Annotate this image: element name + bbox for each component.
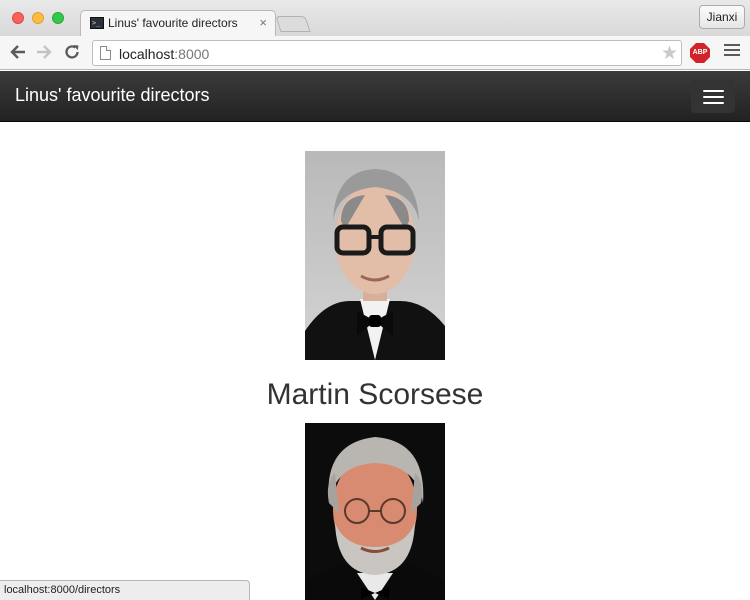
- minimize-window-button[interactable]: [32, 12, 44, 24]
- navbar-toggle-button[interactable]: [691, 80, 735, 113]
- director-photo[interactable]: [305, 423, 445, 600]
- new-tab-button[interactable]: [275, 16, 311, 32]
- tab-close-icon[interactable]: ×: [259, 15, 267, 30]
- browser-toolbar: localhost:8000 ★: [0, 36, 750, 70]
- tab-title: Linus' favourite directors: [108, 16, 238, 30]
- browser-titlebar: >_ Linus' favourite directors × Jianxi: [0, 0, 750, 36]
- close-window-button[interactable]: [12, 12, 24, 24]
- profile-button[interactable]: Jianxi: [699, 5, 745, 29]
- director-photo[interactable]: [305, 151, 445, 360]
- back-arrow-icon[interactable]: [8, 42, 28, 62]
- url-text[interactable]: localhost:8000: [119, 46, 209, 62]
- navbar-brand[interactable]: Linus' favourite directors: [15, 85, 210, 106]
- forward-arrow-icon[interactable]: [34, 42, 54, 62]
- address-bar[interactable]: localhost:8000 ★: [92, 40, 682, 66]
- star-icon[interactable]: ★: [661, 42, 678, 65]
- terminal-favicon-icon: >_: [90, 17, 104, 29]
- adblock-icon[interactable]: ABP: [690, 43, 710, 63]
- site-navbar: Linus' favourite directors: [0, 71, 750, 122]
- url-port: :8000: [174, 46, 210, 62]
- menu-icon[interactable]: [724, 44, 740, 60]
- status-bar-url: localhost:8000/directors: [0, 580, 250, 600]
- browser-tab[interactable]: >_ Linus' favourite directors ×: [80, 10, 276, 36]
- url-host: localhost: [119, 46, 175, 62]
- reload-icon[interactable]: [62, 42, 82, 62]
- page-icon: [100, 46, 111, 60]
- zoom-window-button[interactable]: [52, 12, 64, 24]
- director-name: Martin Scorsese: [266, 378, 484, 411]
